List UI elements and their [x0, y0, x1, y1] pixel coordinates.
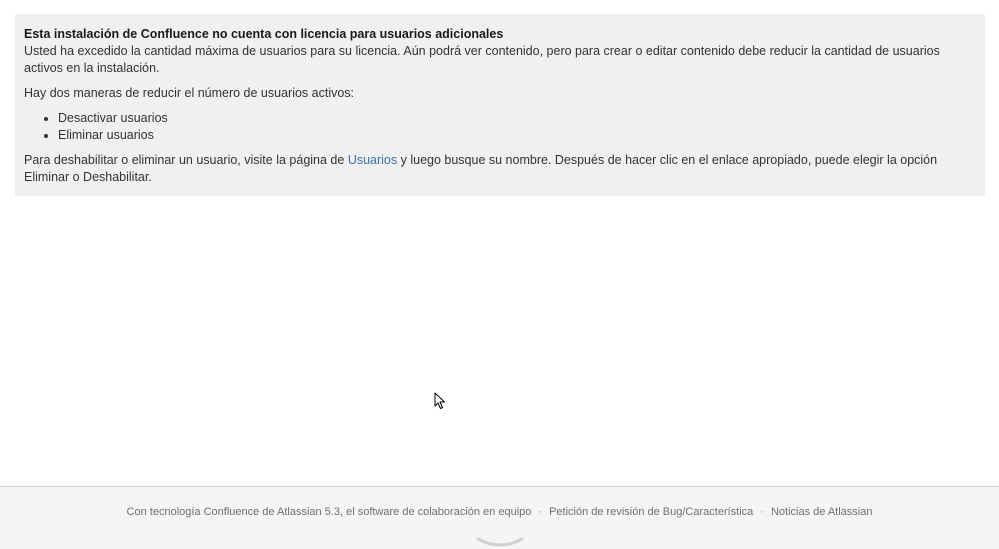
footer-links: Con tecnología Confluence de Atlassian 5… [0, 506, 999, 518]
mouse-pointer-icon [434, 392, 445, 409]
notice-paragraph-ways: Hay dos maneras de reducir el número de … [24, 86, 355, 100]
footer-separator: · [760, 506, 764, 518]
footer: Con tecnología Confluence de Atlassian 5… [0, 486, 999, 549]
page: Esta instalación de Confluence no cuenta… [0, 0, 999, 549]
footer-bug-request-link[interactable]: Petición de revisión de Bug/Característi… [549, 506, 753, 518]
notice-title: Esta instalación de Confluence no cuenta… [24, 27, 504, 41]
footer-powered-by-link[interactable]: Con tecnología Confluence de Atlassian 5… [127, 506, 532, 518]
instructions-text-before: Para deshabilitar o eliminar un usuario,… [24, 153, 348, 167]
footer-separator: · [538, 506, 543, 518]
atlassian-logo-icon [476, 537, 524, 547]
license-warning-notice: Esta instalación de Confluence no cuenta… [15, 14, 985, 196]
notice-paragraph-instructions: Para deshabilitar o eliminar un usuario,… [24, 152, 976, 186]
notice-paragraph-exceeded: Usted ha excedido la cantidad máxima de … [24, 44, 940, 75]
list-item-deactivate-users: Desactivar usuarios [58, 110, 976, 127]
footer-atlassian-news-link[interactable]: Noticias de Atlassian [771, 506, 873, 518]
users-page-link[interactable]: Usuarios [348, 153, 397, 167]
list-item-delete-users: Eliminar usuarios [58, 127, 976, 144]
reduce-users-options-list: Desactivar usuarios Eliminar usuarios [24, 110, 976, 144]
